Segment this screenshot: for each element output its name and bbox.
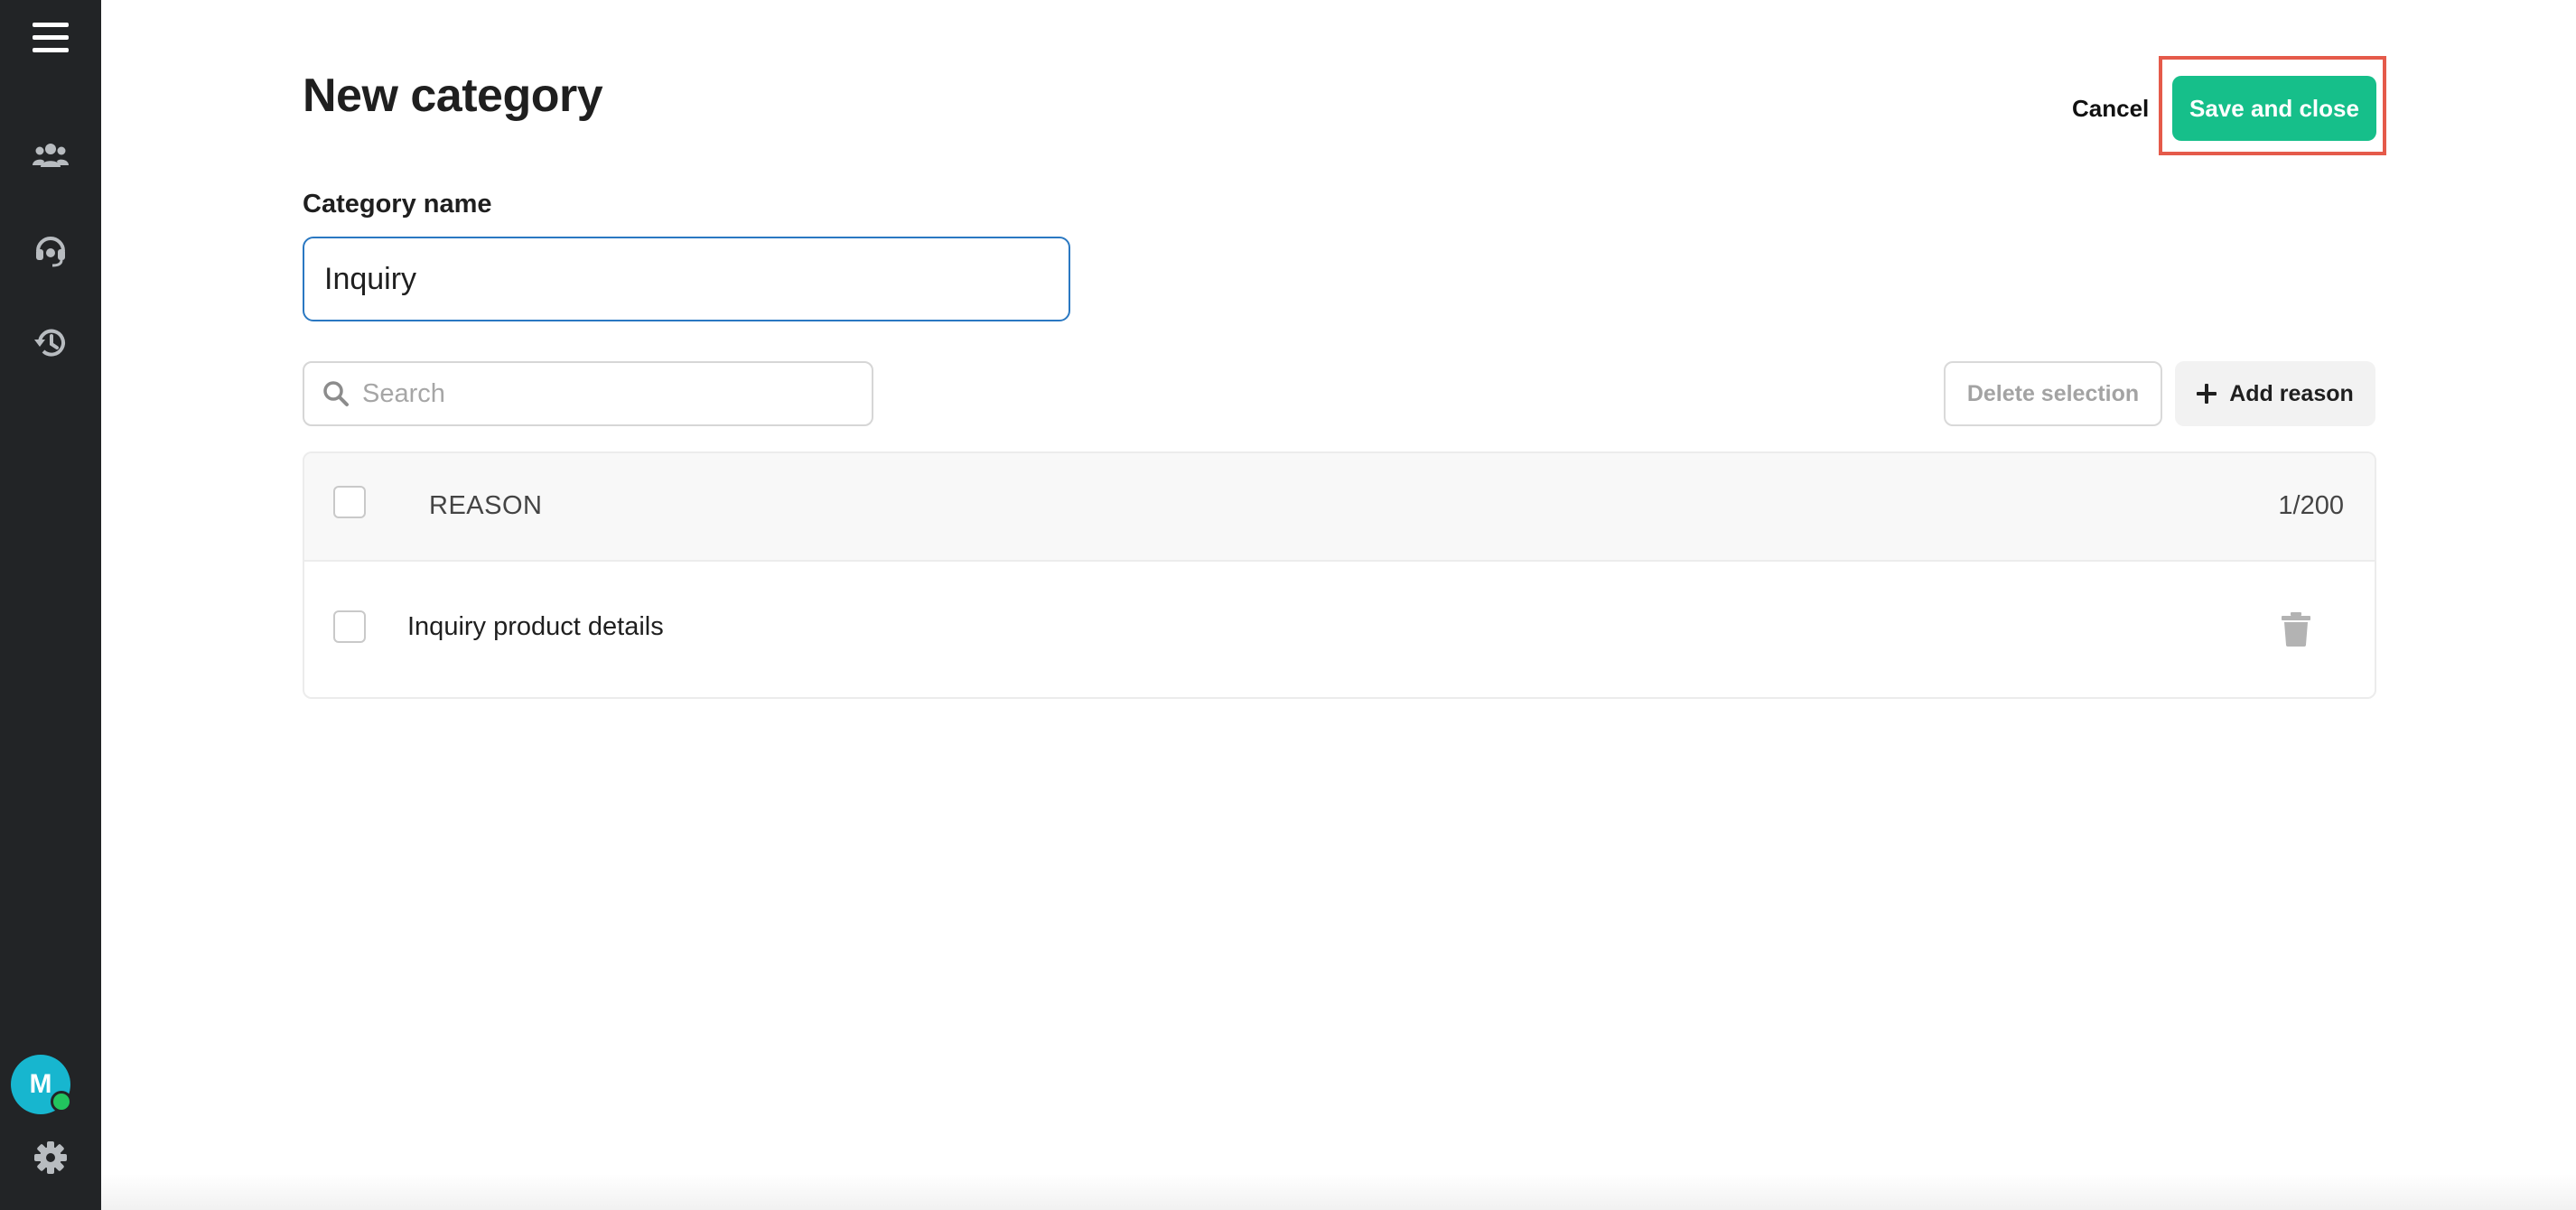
save-and-close-button[interactable]: Save and close (2172, 76, 2376, 141)
table-row: Inquiry product details (304, 562, 2375, 697)
bottom-shadow (101, 1174, 2576, 1210)
users-icon[interactable] (22, 126, 79, 184)
gear-icon[interactable] (22, 1129, 79, 1187)
reason-text: Inquiry product details (407, 612, 664, 641)
online-status-dot (51, 1091, 72, 1112)
select-all-checkbox[interactable] (333, 486, 366, 518)
reason-column-header: REASON (429, 491, 543, 520)
headset-icon[interactable] (22, 220, 79, 278)
cancel-button[interactable]: Cancel (2063, 87, 2158, 130)
search-box[interactable] (303, 361, 873, 426)
plus-icon (2197, 384, 2217, 404)
reason-count: 1/200 (2278, 491, 2344, 520)
row-checkbox[interactable] (333, 610, 366, 643)
history-icon[interactable] (22, 314, 79, 372)
add-reason-label: Add reason (2229, 380, 2354, 406)
avatar[interactable]: M (11, 1055, 72, 1114)
add-reason-button[interactable]: Add reason (2175, 361, 2375, 426)
delete-selection-button[interactable]: Delete selection (1944, 361, 2162, 426)
reasons-table: REASON 1/200 Inquiry product details (303, 451, 2376, 699)
page-title: New category (303, 70, 603, 122)
category-name-input[interactable] (303, 237, 1070, 321)
main-content: New category Cancel Save and close Categ… (101, 0, 2576, 1210)
hamburger-menu-icon[interactable] (22, 9, 79, 67)
search-input[interactable] (360, 377, 852, 410)
table-header: REASON 1/200 (304, 453, 2375, 562)
search-icon (323, 381, 349, 406)
sidebar: M (0, 0, 101, 1210)
trash-icon[interactable] (2281, 612, 2311, 647)
category-name-label: Category name (303, 190, 492, 219)
